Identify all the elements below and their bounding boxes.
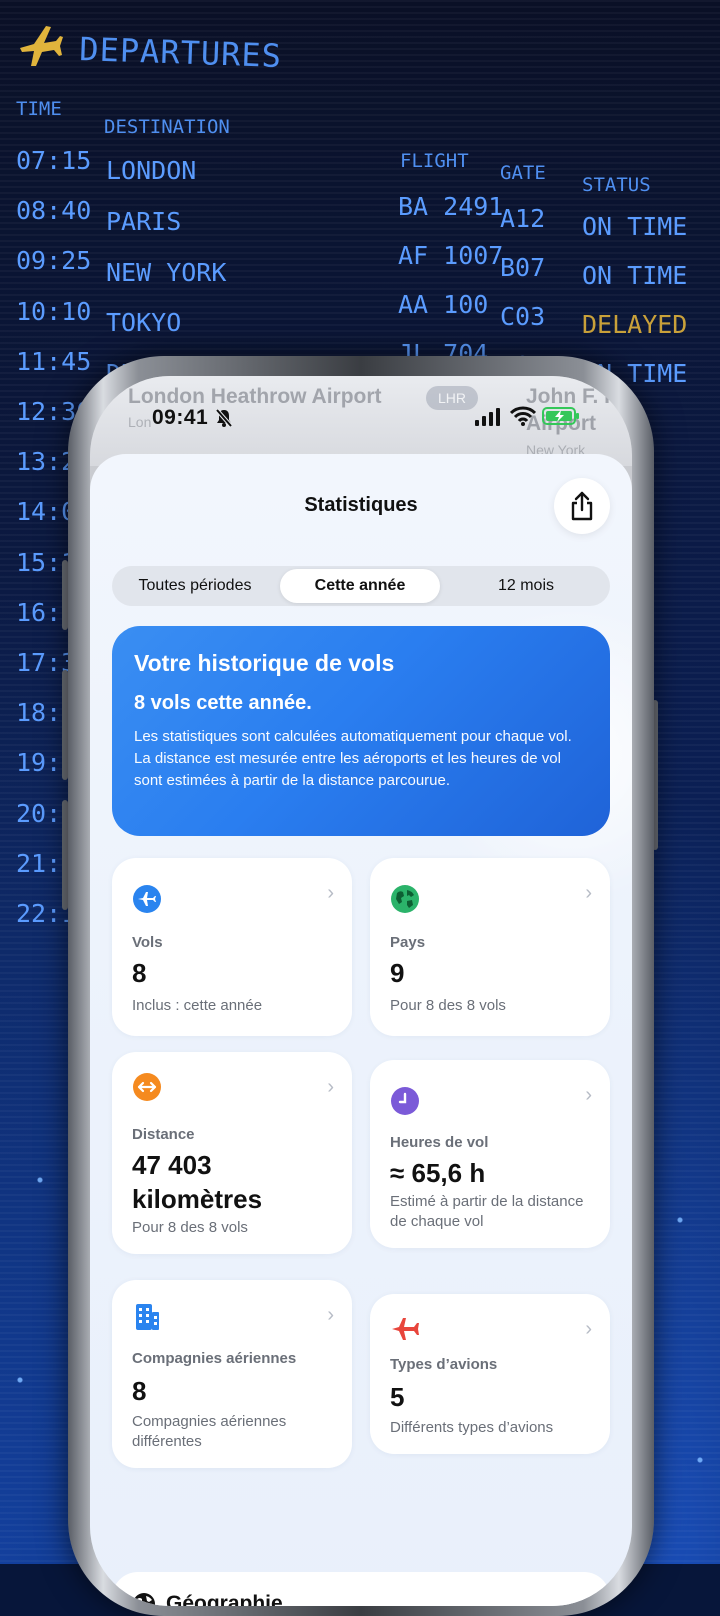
board-row-flight: AA 100	[398, 290, 489, 319]
board-row-gate: C03	[500, 302, 546, 331]
segment-this-year[interactable]: Cette année	[280, 569, 440, 603]
flight-hours-label: Heures de vol	[390, 1134, 489, 1151]
countries-label: Pays	[390, 934, 426, 951]
status-time: 09:41	[152, 406, 209, 429]
board-title: DEPARTURES	[78, 30, 283, 76]
chevron-right-icon: ›	[585, 1084, 592, 1106]
banner-description: Les statistiques sont calculées automati…	[134, 728, 572, 789]
countries-subtitle: Pour 8 des 8 vols	[390, 997, 506, 1014]
segment-all-periods[interactable]: Toutes périodes	[116, 569, 274, 603]
destination-airport-line1: John F. K	[526, 385, 620, 408]
chevron-right-icon: ›	[585, 882, 592, 904]
aircraft-types-card[interactable]: › Types d’avions 5 Différents types d’av…	[370, 1294, 610, 1454]
sheet-title: Statistiques	[304, 494, 418, 516]
flight-hours-card[interactable]: › Heures de vol ≈ 65,6 h Estimé à partir…	[370, 1060, 610, 1248]
distance-unit: kilomètres	[132, 1184, 263, 1214]
wifi-icon	[510, 406, 536, 426]
board-header-gate: GATE	[500, 162, 546, 184]
airlines-subtitle: Compagnies aériennes différentes	[132, 1413, 287, 1450]
board-row-destination: NEW YORK	[106, 257, 227, 287]
board-row-status: ON TIME	[582, 261, 688, 290]
board-row-destination: TOKYO	[106, 308, 182, 338]
globe-icon	[391, 885, 419, 913]
flights-card[interactable]: › Vols 8 Inclus : cette année	[112, 858, 352, 1036]
board-row-gate: B07	[500, 253, 546, 282]
airlines-value: 8	[132, 1376, 147, 1406]
battery-charging-icon	[542, 407, 579, 425]
airlines-card[interactable]: › Compagnies aériennes 8 Compagnies aéri…	[112, 1280, 352, 1468]
statistics-sheet: Statistiques Toutes périodes Cette année…	[90, 454, 632, 1606]
board-row-status: DELAYED	[582, 310, 688, 339]
period-segmented-control: Toutes périodes Cette année 12 mois	[112, 566, 610, 606]
chevron-right-icon: ›	[327, 1304, 334, 1326]
board-row-destination: PARIS	[106, 206, 182, 236]
geography-title: Géographie	[166, 1592, 283, 1606]
board-row-time: 07:15	[16, 146, 92, 175]
chevron-right-icon: ›	[327, 1076, 334, 1098]
distance-subtitle: Pour 8 des 8 vols	[132, 1219, 248, 1236]
board-header-status: STATUS	[582, 174, 651, 196]
board-row-time: 10:10	[16, 296, 92, 326]
airplane-icon	[392, 1318, 419, 1340]
countries-value: 9	[390, 958, 405, 988]
board-header-time: TIME	[16, 98, 62, 120]
aircraft-types-subtitle: Différents types d’avions	[390, 1419, 554, 1436]
distance-label: Distance	[132, 1126, 195, 1143]
phone-screen: London Heathrow Airport Lon LHR John F. …	[90, 376, 632, 1606]
arrows-horizontal-icon	[133, 1073, 161, 1101]
board-row-flight: BA 2491	[398, 192, 504, 221]
share-icon	[571, 491, 593, 521]
flight-hours-value: ≈ 65,6 h	[390, 1158, 486, 1188]
board-row-time: 08:40	[16, 196, 92, 226]
airplane-icon	[133, 885, 161, 913]
chevron-right-icon: ›	[585, 1318, 592, 1340]
board-row-time: 09:25	[16, 246, 92, 276]
flight-history-banner: Votre historique de vols 8 vols cette an…	[112, 626, 610, 836]
cellular-signal-icon	[475, 408, 500, 426]
globe-icon	[133, 1593, 155, 1606]
flights-value: 8	[132, 958, 147, 988]
countries-card[interactable]: › Pays 9 Pour 8 des 8 vols	[370, 858, 610, 1036]
banner-subtitle: 8 vols cette année.	[134, 692, 312, 714]
board-header-flight: FLIGHT	[400, 150, 469, 172]
flights-label: Vols	[132, 934, 163, 951]
board-row-destination: LONDON	[106, 156, 197, 185]
segment-12-months[interactable]: 12 mois	[446, 569, 606, 603]
board-row-flight: AF 1007	[398, 241, 504, 270]
airlines-label: Compagnies aériennes	[132, 1350, 297, 1367]
origin-city: Lon	[128, 414, 152, 430]
building-icon	[136, 1304, 159, 1330]
flights-subtitle: Inclus : cette année	[132, 997, 263, 1014]
board-row-status: ON TIME	[582, 212, 688, 241]
board-row-time: 11:45	[16, 346, 92, 376]
aircraft-types-label: Types d’avions	[390, 1356, 498, 1373]
board-header-destination: DESTINATION	[104, 116, 230, 138]
bell-slash-icon	[215, 408, 233, 428]
distance-value: 47 403	[132, 1150, 212, 1180]
distance-card[interactable]: › Distance 47 403 kilomètres Pour 8 des …	[112, 1052, 352, 1254]
airport-code-badge: LHR	[426, 386, 479, 410]
aircraft-types-value: 5	[390, 1382, 405, 1412]
geography-section[interactable]: Géographie	[112, 1572, 610, 1606]
flight-hours-subtitle: Estimé à partir de la distance de chaque…	[390, 1193, 584, 1230]
clock-icon	[391, 1087, 419, 1115]
chevron-right-icon: ›	[327, 882, 334, 904]
board-row-gate: A12	[500, 204, 546, 233]
share-button[interactable]	[554, 478, 610, 534]
airplane-icon	[20, 26, 63, 66]
banner-title: Votre historique de vols	[134, 650, 395, 676]
